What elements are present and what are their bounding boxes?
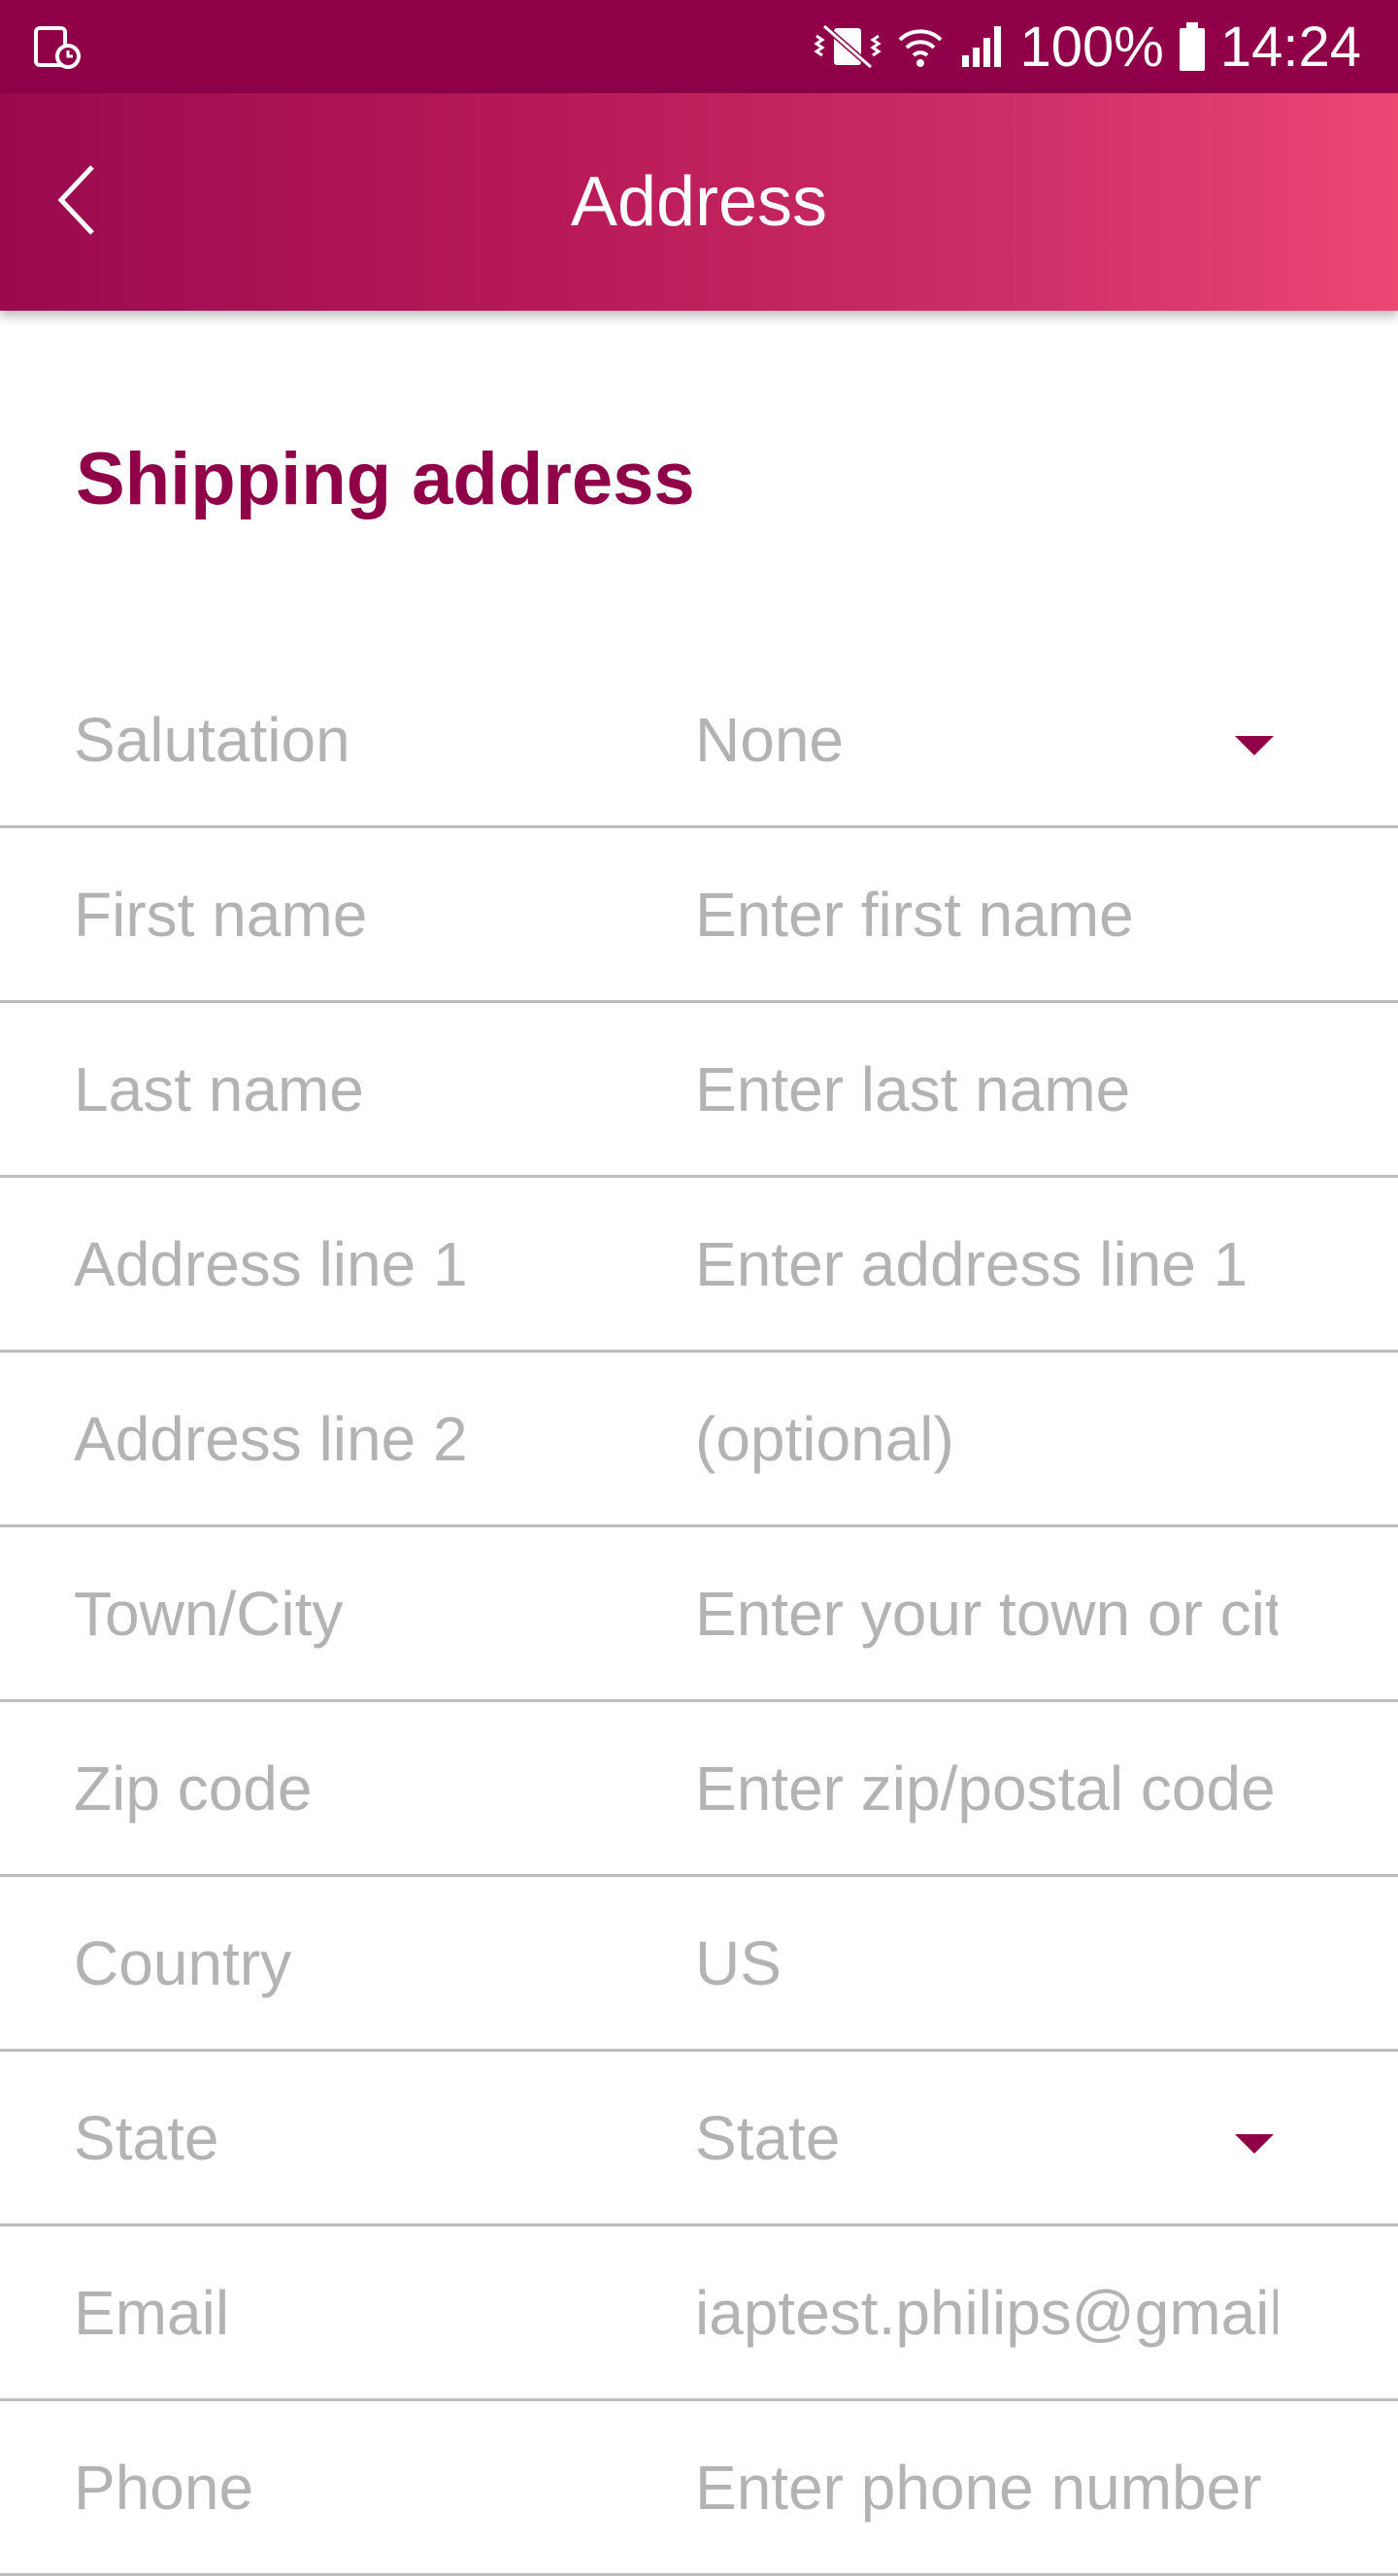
state-label: State [74, 2102, 219, 2173]
app-bar: Address [0, 93, 1398, 311]
email-row: Email [0, 2226, 1398, 2401]
address-line-1-input[interactable] [695, 1227, 1278, 1300]
zip-code-label: Zip code [74, 1753, 313, 1823]
chevron-left-icon [53, 161, 102, 244]
zip-code-row: Zip code [0, 1702, 1398, 1877]
town-city-input[interactable] [695, 1577, 1278, 1650]
last-name-input[interactable] [695, 1053, 1278, 1125]
back-button[interactable] [39, 144, 116, 260]
country-row: Country US [0, 1877, 1398, 2052]
dropdown-arrow-icon[interactable] [1235, 2133, 1274, 2154]
state-select[interactable]: State [695, 2102, 1278, 2174]
first-name-row: First name [0, 828, 1398, 1003]
battery-icon [1178, 20, 1207, 73]
country-value: US [695, 1927, 782, 1998]
page-title: Address [570, 163, 828, 241]
salutation-select[interactable]: None [695, 704, 1278, 776]
first-name-input[interactable] [695, 878, 1278, 951]
address-line-1-row: Address line 1 [0, 1178, 1398, 1353]
salutation-label: Salutation [74, 704, 350, 775]
country-label: Country [74, 1927, 292, 1998]
email-input[interactable] [695, 2276, 1278, 2349]
address-line-2-label: Address line 2 [74, 1403, 468, 1474]
phone-input[interactable] [695, 2451, 1278, 2524]
screenshot-notification-icon [33, 25, 83, 70]
state-row[interactable]: State State [0, 2052, 1398, 2226]
town-city-row: Town/City [0, 1527, 1398, 1702]
dropdown-arrow-icon[interactable] [1235, 735, 1274, 755]
status-bar: 100% 14:24 [0, 0, 1398, 93]
clock: 14:24 [1219, 15, 1361, 79]
battery-percent: 100% [1019, 15, 1164, 79]
wifi-icon [896, 22, 945, 71]
shipping-address-form: Salutation None First name Last name Add… [0, 653, 1398, 2576]
first-name-label: First name [74, 879, 368, 950]
last-name-row: Last name [0, 1003, 1398, 1178]
signal-icon [958, 22, 1007, 71]
last-name-label: Last name [74, 1054, 364, 1124]
address-line-2-row: Address line 2 [0, 1353, 1398, 1527]
address-line-2-input[interactable] [695, 1402, 1278, 1475]
zip-code-input[interactable] [695, 1752, 1278, 1824]
address-line-1-label: Address line 1 [74, 1228, 468, 1299]
salutation-row[interactable]: Salutation None [0, 653, 1398, 828]
phone-label: Phone [74, 2452, 254, 2523]
section-title: Shipping address [76, 438, 695, 520]
vibrate-icon [813, 22, 882, 71]
town-city-label: Town/City [74, 1578, 344, 1649]
email-label: Email [74, 2277, 230, 2348]
phone-row: Phone [0, 2401, 1398, 2576]
